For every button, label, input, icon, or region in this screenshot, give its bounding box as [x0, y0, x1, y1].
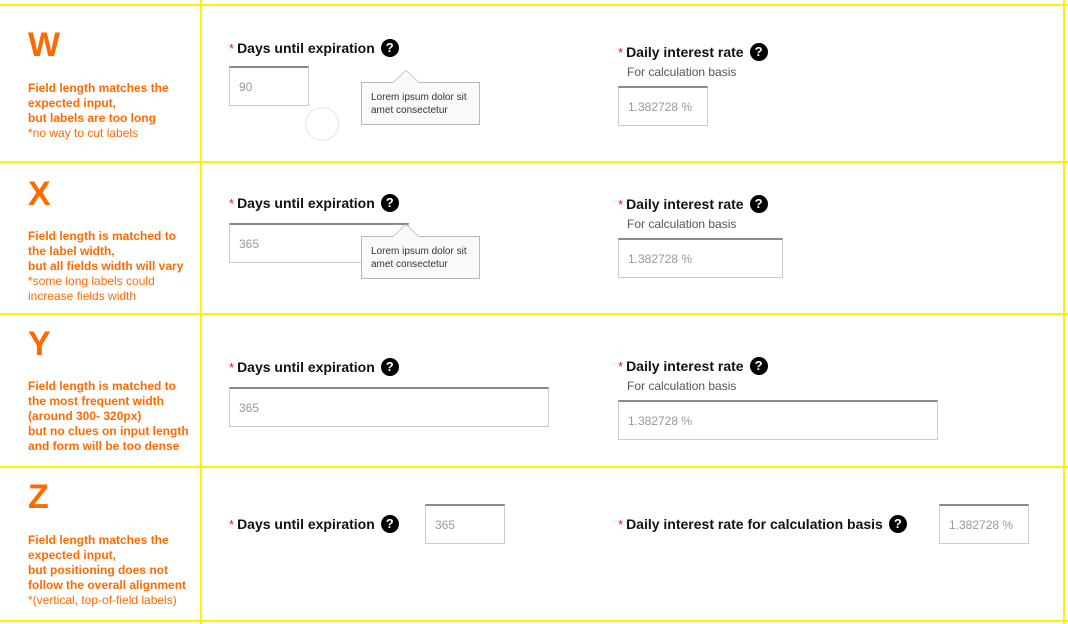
help-icon[interactable]: ? [749, 43, 768, 62]
required-asterisk: * [618, 197, 624, 212]
note-line: Field length matches the [28, 533, 169, 547]
rate-input[interactable]: 1.382728 % [618, 86, 708, 126]
note-line: and form will be too dense [28, 439, 180, 453]
tooltip-text: Lorem ipsum dolor sit [371, 246, 467, 257]
rate-sublabel: For calculation basis [627, 217, 737, 231]
help-icon[interactable]: ? [380, 194, 399, 213]
variant-note: Field length matches the expected input,… [28, 533, 198, 608]
row-divider [0, 466, 1068, 468]
note-line: but positioning does not [28, 563, 168, 577]
note-line: Field length is matched to [28, 379, 177, 393]
tooltip-text: amet consectetur [371, 259, 448, 270]
days-input-value: 90 [239, 79, 253, 94]
rate-label-text: Daily interest rate [626, 44, 744, 60]
rate-label-text: Daily interest rate [626, 358, 744, 374]
variant-letter: Z [28, 478, 49, 516]
rate-input[interactable]: 1.382728 % [618, 238, 783, 278]
rate-label: * Daily interest rate for calculation bas… [618, 515, 907, 534]
variant-letter: X [28, 175, 51, 213]
rate-sublabel: For calculation basis [627, 379, 737, 393]
help-tooltip: Lorem ipsum dolor sit amet consectetur [361, 224, 480, 279]
note-footnote: increase fields width [28, 289, 137, 303]
required-asterisk: * [618, 45, 624, 60]
required-asterisk: * [229, 196, 235, 211]
rate-input-value: 1.382728 % [628, 99, 693, 114]
rate-input[interactable]: 1.382728 % [939, 504, 1029, 544]
note-line: Field length is matched to [28, 229, 177, 243]
tooltip-text: Lorem ipsum dolor sit [371, 92, 467, 103]
days-label-text: Days until expiration [237, 195, 375, 211]
tooltip-text: amet consectetur [371, 105, 448, 116]
days-input-value: 365 [435, 517, 456, 532]
rate-input-value: 1.382728 % [628, 251, 693, 266]
note-line: expected input, [28, 96, 117, 110]
days-label-text: Days until expiration [237, 359, 375, 375]
rate-sublabel: For calculation basis [627, 65, 737, 79]
variant-note: Field length is matched to the most freq… [28, 379, 198, 454]
required-asterisk: * [618, 359, 624, 374]
row-divider [0, 4, 1068, 6]
note-line: follow the overall alignment [28, 578, 187, 592]
days-input[interactable]: 365 [425, 504, 505, 544]
required-asterisk: * [618, 517, 624, 532]
note-line: the label width, [28, 244, 115, 258]
tooltip-arrow [392, 70, 420, 83]
help-tooltip: Lorem ipsum dolor sit amet consectetur [361, 70, 480, 125]
help-icon[interactable]: ? [888, 515, 907, 534]
tooltip-arrow [392, 224, 420, 237]
help-icon[interactable]: ? [380, 515, 399, 534]
help-icon[interactable]: ? [380, 358, 399, 377]
row-divider [0, 620, 1068, 622]
days-label: * Days until expiration? [229, 515, 399, 534]
column-divider [200, 0, 202, 624]
rate-input-value: 1.382728 % [949, 517, 1014, 532]
rate-label: * Daily interest rate? [618, 195, 768, 214]
help-icon[interactable]: ? [380, 39, 399, 58]
required-asterisk: * [229, 517, 235, 532]
note-footnote: *no way to cut labels [28, 126, 139, 140]
days-label: * Days until expiration? [229, 358, 399, 377]
note-footnote: *(vertical, top-of-field labels) [28, 593, 177, 607]
days-label: * Days until expiration? [229, 194, 399, 213]
note-line: but no clues on input length [28, 424, 189, 438]
help-icon[interactable]: ? [749, 195, 768, 214]
rate-label-text: Daily interest rate [626, 196, 744, 212]
days-label-text: Days until expiration [237, 516, 375, 532]
cursor-ring [305, 107, 339, 141]
row-divider [0, 313, 1068, 315]
required-asterisk: * [229, 41, 235, 56]
variant-letter: W [28, 26, 61, 64]
days-label-text: Days until expiration [237, 40, 375, 56]
note-line: the most frequent width [28, 394, 164, 408]
days-input[interactable]: 90 [229, 66, 309, 106]
note-footnote: *some long labels could [28, 274, 155, 288]
row-divider [0, 161, 1068, 163]
note-line: but all fields width will vary [28, 259, 184, 273]
rate-label: * Daily interest rate? [618, 357, 768, 376]
variant-letter: Y [28, 325, 51, 363]
note-line: Field length matches the [28, 81, 169, 95]
note-line: (around 300- 320px) [28, 409, 142, 423]
help-icon[interactable]: ? [749, 357, 768, 376]
column-divider [1063, 0, 1065, 624]
rate-input[interactable]: 1.382728 % [618, 400, 938, 440]
rate-label-text: Daily interest rate for calculation basi… [626, 516, 883, 532]
days-label: * Days until expiration? [229, 39, 399, 58]
note-line: but labels are too long [28, 111, 157, 125]
days-input[interactable]: 365 [229, 387, 549, 427]
rate-label: * Daily interest rate? [618, 43, 768, 62]
required-asterisk: * [229, 360, 235, 375]
rate-input-value: 1.382728 % [628, 413, 693, 428]
note-line: expected input, [28, 548, 117, 562]
days-input-value: 365 [239, 400, 260, 415]
variant-note: Field length matches the expected input,… [28, 81, 198, 141]
variant-note: Field length is matched to the label wid… [28, 229, 198, 304]
days-input-value: 365 [239, 236, 260, 251]
